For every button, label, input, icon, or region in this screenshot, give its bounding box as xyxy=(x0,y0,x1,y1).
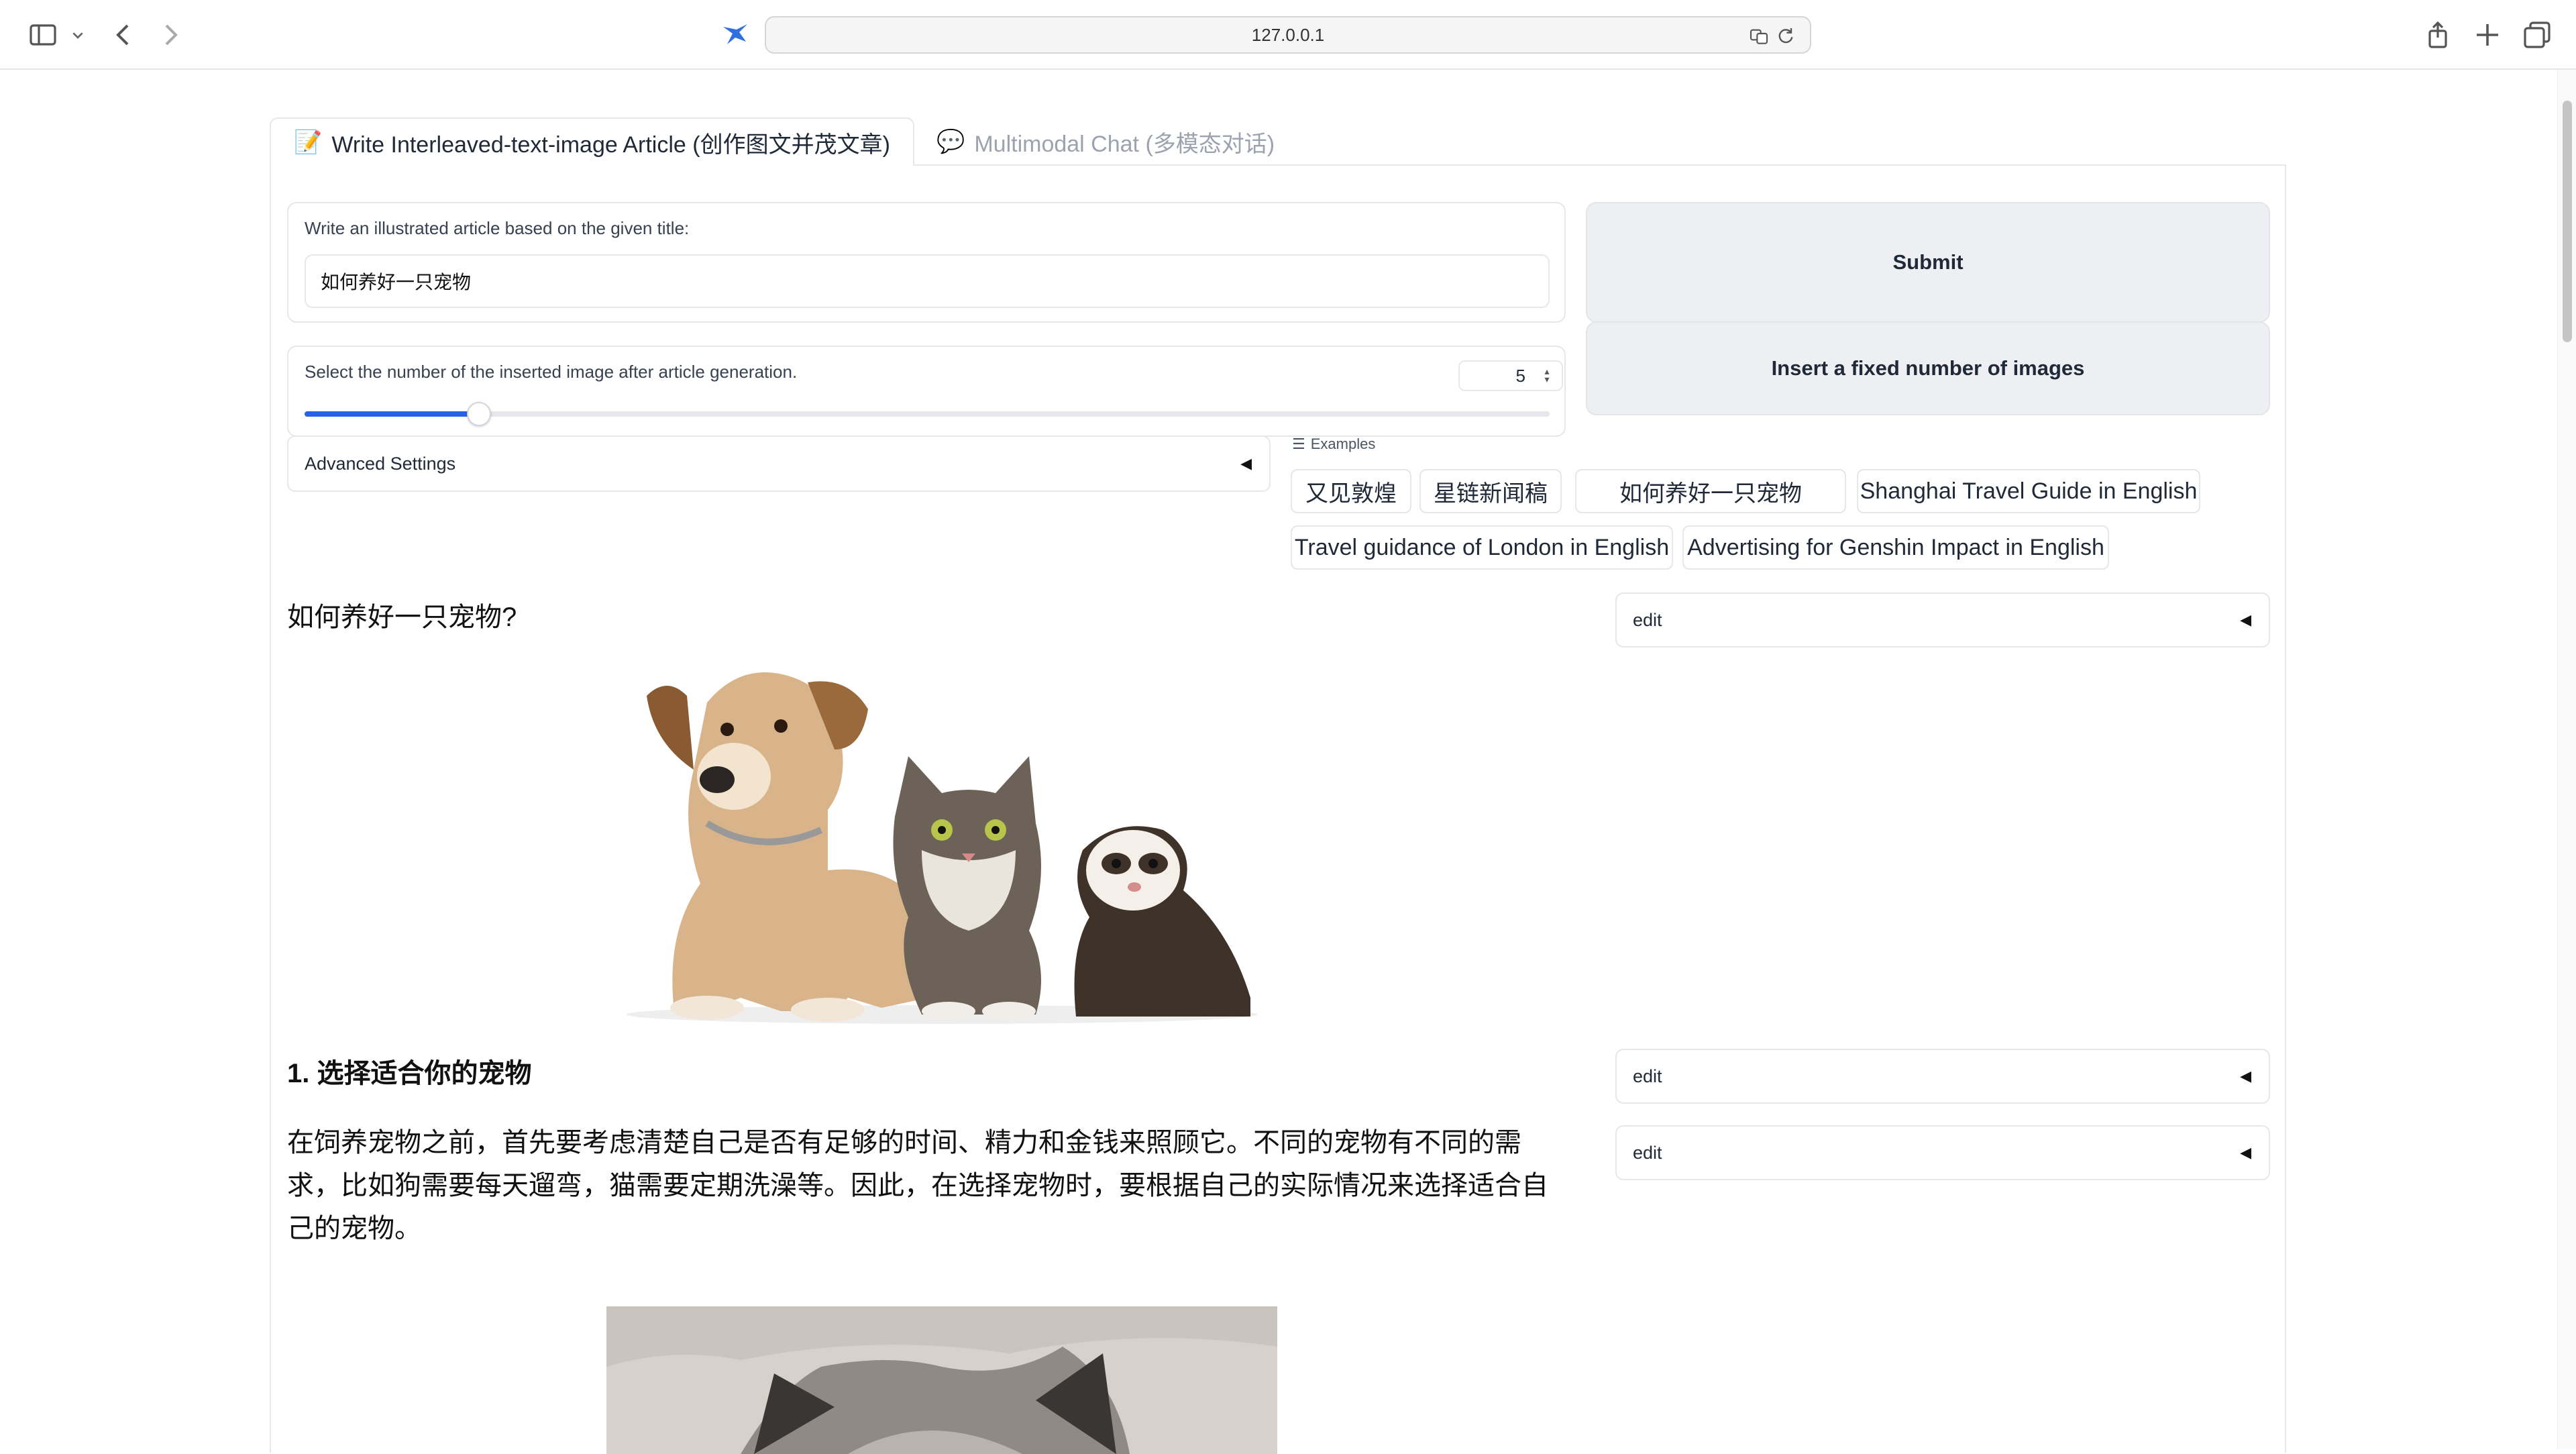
edit-accordion[interactable]: edit ◀ xyxy=(1615,1125,2270,1180)
edit-accordion[interactable]: edit ◀ xyxy=(1615,592,2270,647)
edit-label: edit xyxy=(1633,609,1662,630)
title-input-block: Write an illustrated article based on th… xyxy=(287,202,1566,323)
edit-label: edit xyxy=(1633,1066,1662,1086)
image-count-block: Select the number of the inserted image … xyxy=(287,346,1566,437)
tab-write-article[interactable]: 📝 Write Interleaved-text-image Article (… xyxy=(270,117,914,166)
title-input-label: Write an illustrated article based on th… xyxy=(305,218,690,238)
scrollbar-thumb[interactable] xyxy=(2563,101,2572,342)
article-image-pets xyxy=(606,649,1277,1025)
translate-icon[interactable] xyxy=(1748,25,1770,47)
caret-left-icon: ◀ xyxy=(2240,611,2251,628)
address-bar[interactable]: 127.0.0.1 xyxy=(765,16,1811,54)
example-chip[interactable]: Advertising for Genshin Impact in Englis… xyxy=(1682,525,2109,570)
sidebar-icon[interactable] xyxy=(27,19,59,51)
share-icon[interactable] xyxy=(2422,19,2454,51)
paragraph-line: 在饲养宠物之前，首先要考虑清楚自己是否有足够的时间、精力和金钱来照顾它。不同的宠… xyxy=(287,1128,1521,1157)
article-title: 如何养好一只宠物? xyxy=(287,603,517,632)
article-paragraph-1: 在饲养宠物之前，首先要考虑清楚自己是否有足够的时间、精力和金钱来照顾它。不同的宠… xyxy=(287,1121,1602,1250)
edit-accordion[interactable]: edit ◀ xyxy=(1615,1049,2270,1104)
tabs-overview-icon[interactable] xyxy=(2521,19,2553,51)
example-chip[interactable]: 又见敦煌 xyxy=(1291,469,1411,513)
speech-bubble-icon: 💬 xyxy=(936,129,965,154)
advanced-settings-label: Advanced Settings xyxy=(305,453,456,474)
article-heading-1: 1. 选择适合你的宠物 xyxy=(287,1059,532,1088)
caret-left-icon: ◀ xyxy=(2240,1144,2251,1161)
examples-header: ☰ Examples xyxy=(1292,435,1375,453)
examples-label: Examples xyxy=(1310,435,1376,452)
tab-bar: 📝 Write Interleaved-text-image Article (… xyxy=(270,117,2286,166)
example-chip[interactable]: Travel guidance of London in English xyxy=(1291,525,1673,570)
list-icon: ☰ xyxy=(1292,435,1305,452)
tab-multimodal-chat[interactable]: 💬 Multimodal Chat (多模态对话) xyxy=(914,117,1297,166)
paragraph-line: 己的宠物。 xyxy=(287,1214,421,1243)
caret-left-icon: ◀ xyxy=(1240,455,1252,472)
tab-label: Write Interleaved-text-image Article (创作… xyxy=(331,132,890,158)
image-count-number-input[interactable]: 5 ▴ ▾ xyxy=(1458,360,1563,391)
slider-thumb[interactable] xyxy=(466,402,491,426)
image-count-slider[interactable] xyxy=(305,411,1550,417)
image-count-value: 5 xyxy=(1515,365,1525,386)
url-text: 127.0.0.1 xyxy=(1251,24,1325,45)
image-count-label: Select the number of the inserted image … xyxy=(305,362,798,382)
new-tab-icon[interactable] xyxy=(2471,19,2504,51)
advanced-settings-accordion[interactable]: Advanced Settings ◀ xyxy=(287,435,1271,492)
browser-toolbar: 127.0.0.1 xyxy=(0,0,2576,70)
example-chip[interactable]: 如何养好一只宠物 xyxy=(1575,469,1846,513)
edit-label: edit xyxy=(1633,1142,1662,1163)
memo-icon: 📝 xyxy=(294,129,323,155)
site-bird-icon xyxy=(719,19,751,51)
chevron-down-icon[interactable] xyxy=(67,19,89,51)
example-chip[interactable]: Shanghai Travel Guide in English xyxy=(1857,469,2200,513)
tab-label: Multimodal Chat (多模态对话) xyxy=(974,131,1275,157)
example-chip[interactable]: 星链新闻稿 xyxy=(1419,469,1562,513)
insert-images-button[interactable]: Insert a fixed number of images xyxy=(1586,321,2270,415)
back-icon[interactable] xyxy=(107,19,140,51)
caret-left-icon: ◀ xyxy=(2240,1068,2251,1084)
tab-panel: Write an illustrated article based on th… xyxy=(270,164,2286,1454)
paragraph-line: 求，比如狗需要每天遛弯，猫需要定期洗澡等。因此，在选择宠物时，要根据自己的实际情… xyxy=(287,1171,1548,1200)
spinner-arrows-icon[interactable]: ▴ ▾ xyxy=(1542,366,1552,384)
slider-fill xyxy=(305,411,479,417)
article-image-cat xyxy=(606,1306,1277,1454)
gradio-app: 📝 Write Interleaved-text-image Article (… xyxy=(270,117,2286,1454)
forward-icon[interactable] xyxy=(154,19,186,51)
submit-button[interactable]: Submit xyxy=(1586,202,2270,323)
title-input[interactable]: 如何养好一只宠物 xyxy=(305,254,1550,308)
reload-icon[interactable] xyxy=(1775,25,1796,47)
